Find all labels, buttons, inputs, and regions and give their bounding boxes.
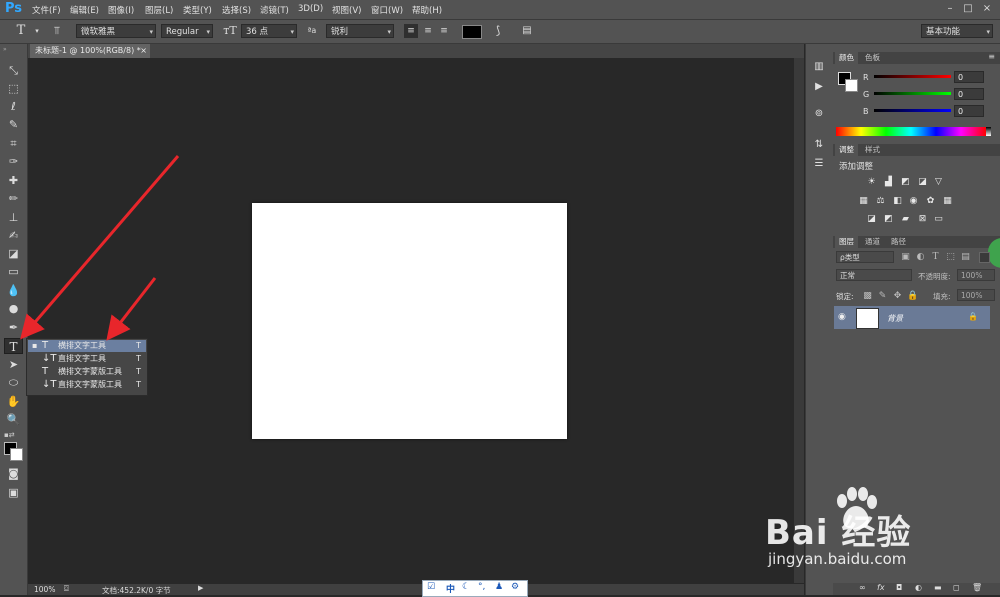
invert-icon[interactable]: ◪ [866, 214, 877, 224]
color-spectrum-bar[interactable] [836, 127, 986, 136]
curves-icon[interactable]: ◩ [900, 177, 911, 187]
gradient-map-icon[interactable]: ▭ [933, 214, 944, 224]
filter-adjust-icon[interactable]: ◐ [915, 252, 926, 262]
channel-g-value[interactable]: 0 [954, 88, 984, 100]
color-panel-tabs: 颜色 色板 ≡ [833, 52, 1000, 64]
channel-g-slider[interactable] [874, 92, 951, 95]
channel-r-slider[interactable] [874, 75, 951, 78]
ime-toolbar: ☑ 中 ☾ °, ♟ ⚙ [422, 580, 528, 597]
exposure-icon[interactable]: ◪ [917, 177, 928, 187]
adjustments-panel-tabs: 调整 样式 [833, 144, 1000, 156]
fx-icon[interactable]: fx [877, 583, 885, 592]
channel-b-value[interactable]: 0 [954, 105, 984, 117]
link-layers-icon[interactable]: ∞ [859, 583, 866, 592]
annotation-arrow-to-type-tool [20, 155, 180, 340]
lock-all-icon[interactable]: 🔒 [907, 291, 918, 301]
tab-styles[interactable]: 样式 [861, 144, 884, 156]
ime-mode[interactable]: 中 [446, 582, 455, 595]
vibrance-icon[interactable]: ▽ [933, 177, 944, 187]
posterize-icon[interactable]: ◩ [883, 214, 894, 224]
blend-mode-select[interactable]: 正常 [836, 269, 912, 281]
ime-check-icon[interactable]: ☑ [427, 582, 435, 592]
photo-filter-icon[interactable]: ◉ [908, 196, 919, 206]
layer-thumbnail [856, 308, 879, 329]
adjustments-title: 添加调整 [839, 162, 874, 172]
ime-user-icon[interactable]: ♟ [495, 582, 503, 592]
lock-pixels-icon[interactable]: ✎ [877, 291, 888, 301]
channel-g-label: G [863, 90, 870, 99]
fill-label: 填充: [933, 292, 951, 301]
levels-icon[interactable]: ▟ [883, 177, 894, 187]
new-adjustment-icon[interactable]: ◐ [915, 583, 922, 592]
tab-adjustments[interactable]: 调整 [835, 144, 858, 156]
color-balance-icon[interactable]: ⚖ [875, 196, 886, 206]
layer-name[interactable]: 背景 [887, 313, 903, 324]
visibility-eye-icon[interactable]: ◉ [838, 312, 846, 322]
hue-saturation-icon[interactable]: ▦ [858, 196, 869, 206]
layer-filter-select[interactable]: ρ类型 [836, 251, 894, 263]
status-menu-arrow-icon[interactable]: ▶ [198, 584, 203, 592]
opacity-input[interactable]: 100% [957, 269, 995, 281]
ime-moon-icon[interactable]: ☾ [462, 582, 470, 592]
info-panel-icon[interactable]: ⊚ [811, 107, 827, 121]
new-group-icon[interactable]: ▬ [934, 583, 942, 592]
selective-color-icon[interactable]: ⊠ [917, 214, 928, 224]
brightness-contrast-icon[interactable]: ☀ [866, 177, 877, 187]
panel-menu-icon[interactable]: ≡ [988, 52, 995, 61]
black-white-icon[interactable]: ◧ [892, 196, 903, 206]
channel-mixer-icon[interactable]: ✿ [925, 196, 936, 206]
new-layer-icon[interactable]: ◻ [953, 583, 960, 592]
threshold-icon[interactable]: ▰ [900, 214, 911, 224]
lock-label: 锁定: [836, 292, 854, 301]
black-white-ramp[interactable] [986, 127, 991, 136]
tab-channels[interactable]: 通道 [861, 236, 884, 248]
lock-position-icon[interactable]: ✥ [892, 291, 903, 301]
actions-play-icon[interactable]: ▶ [811, 80, 827, 94]
ime-settings-icon[interactable]: ⚙ [511, 582, 519, 592]
annotation-arrow-to-flyout [106, 277, 157, 341]
layers-bottom-bar: ∞ fx ◘ ◐ ▬ ◻ 🗑 [833, 583, 1000, 595]
tab-paths[interactable]: 路径 [887, 236, 910, 248]
history-panel-icon[interactable]: ▥ [811, 60, 827, 74]
document-size: 文档:452.2K/0 字节 [102, 586, 171, 595]
channel-r-value[interactable]: 0 [954, 71, 984, 83]
color-lookup-icon[interactable]: ▦ [942, 196, 953, 206]
tab-swatches[interactable]: 色板 [861, 52, 884, 64]
filter-smart-icon[interactable]: ▤ [960, 252, 971, 262]
filter-pixel-icon[interactable]: ▣ [900, 252, 911, 262]
zoom-level[interactable]: 100% [34, 585, 55, 594]
properties-dock-icon[interactable]: ☰ [811, 157, 827, 171]
ime-punct-icon[interactable]: °, [478, 582, 485, 592]
adjustments-dock-icon[interactable]: ⇅ [811, 138, 827, 152]
opacity-label: 不透明度: [918, 272, 951, 281]
channel-r-label: R [863, 73, 869, 82]
channel-b-label: B [863, 107, 869, 116]
add-mask-icon[interactable]: ◘ [896, 583, 902, 592]
filter-type-icon[interactable]: T [930, 252, 941, 262]
trash-icon[interactable]: 🗑 [972, 583, 982, 592]
baidu-watermark-url: jingyan.baidu.com [768, 550, 907, 568]
color-bg-swatch[interactable] [845, 79, 858, 92]
tab-layers[interactable]: 图层 [835, 236, 858, 248]
channel-b-slider[interactable] [874, 109, 951, 112]
fill-input[interactable]: 100% [957, 289, 995, 301]
layers-panel-tabs: 图层 通道 路径 [833, 236, 1000, 248]
status-info-icon[interactable]: ⌼ [64, 584, 69, 594]
layer-lock-icon: 🔒 [968, 312, 978, 321]
status-bar: 100% ⌼ 文档:452.2K/0 字节 ▶ [28, 584, 804, 595]
filter-toggle[interactable] [979, 252, 990, 263]
tab-color[interactable]: 颜色 [835, 52, 858, 64]
lock-transparent-icon[interactable]: ▩ [862, 291, 873, 301]
filter-shape-icon[interactable]: ⬚ [945, 252, 956, 262]
baidu-watermark-logo: Bai 经验 [765, 513, 912, 553]
